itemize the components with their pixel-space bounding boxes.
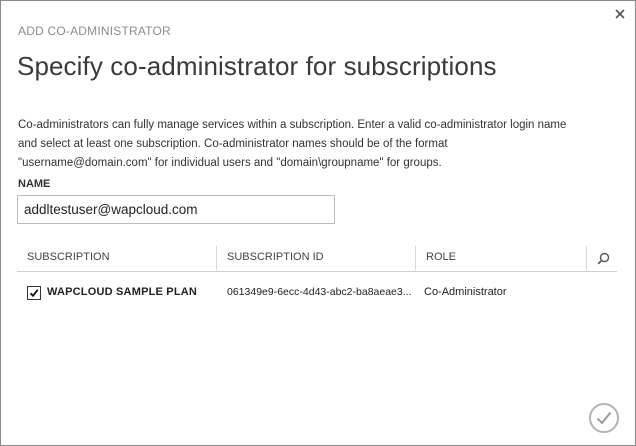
add-co-administrator-dialog: ADD CO-ADMINISTRATOR Specify co-administ…	[0, 0, 636, 446]
confirm-button[interactable]	[589, 403, 619, 433]
dialog-description: Co-administrators can fully manage servi…	[18, 116, 618, 173]
search-icon	[597, 252, 609, 264]
name-label: NAME	[18, 178, 51, 190]
table-row[interactable]: WAPCLOUD SAMPLE PLAN 061349e9-6ecc-4d43-…	[17, 282, 617, 312]
subscription-checkbox[interactable]	[27, 286, 41, 300]
checkbox-checked-icon	[29, 289, 39, 298]
grid-search-button[interactable]	[595, 250, 611, 266]
close-button[interactable]	[611, 5, 629, 23]
grid-header: SUBSCRIPTION SUBSCRIPTION ID ROLE	[17, 244, 617, 272]
column-header-subscription-id[interactable]: SUBSCRIPTION ID	[227, 244, 324, 271]
name-input[interactable]	[17, 195, 335, 224]
checkmark-icon	[596, 411, 612, 425]
subscription-name: WAPCLOUD SAMPLE PLAN	[47, 286, 198, 298]
subscription-id: 061349e9-6ecc-4d43-abc2-ba8aeae3...	[227, 286, 412, 298]
column-header-subscription[interactable]: SUBSCRIPTION	[27, 244, 110, 271]
column-divider	[415, 246, 416, 270]
dialog-kicker: ADD CO-ADMINISTRATOR	[18, 24, 171, 38]
subscription-role: Co-Administrator	[424, 286, 507, 298]
close-icon	[615, 9, 625, 19]
column-divider	[216, 246, 217, 270]
column-header-role[interactable]: ROLE	[426, 244, 456, 271]
column-divider	[586, 246, 587, 270]
dialog-title: Specify co-administrator for subscriptio…	[17, 51, 497, 81]
description-line: Co-administrators can fully manage servi…	[18, 119, 567, 131]
description-line: "username@domain.com" for individual use…	[18, 157, 442, 169]
subscription-grid: SUBSCRIPTION SUBSCRIPTION ID ROLE WAPCLO…	[17, 244, 617, 312]
description-line: and select at least one subscription. Co…	[18, 138, 448, 150]
